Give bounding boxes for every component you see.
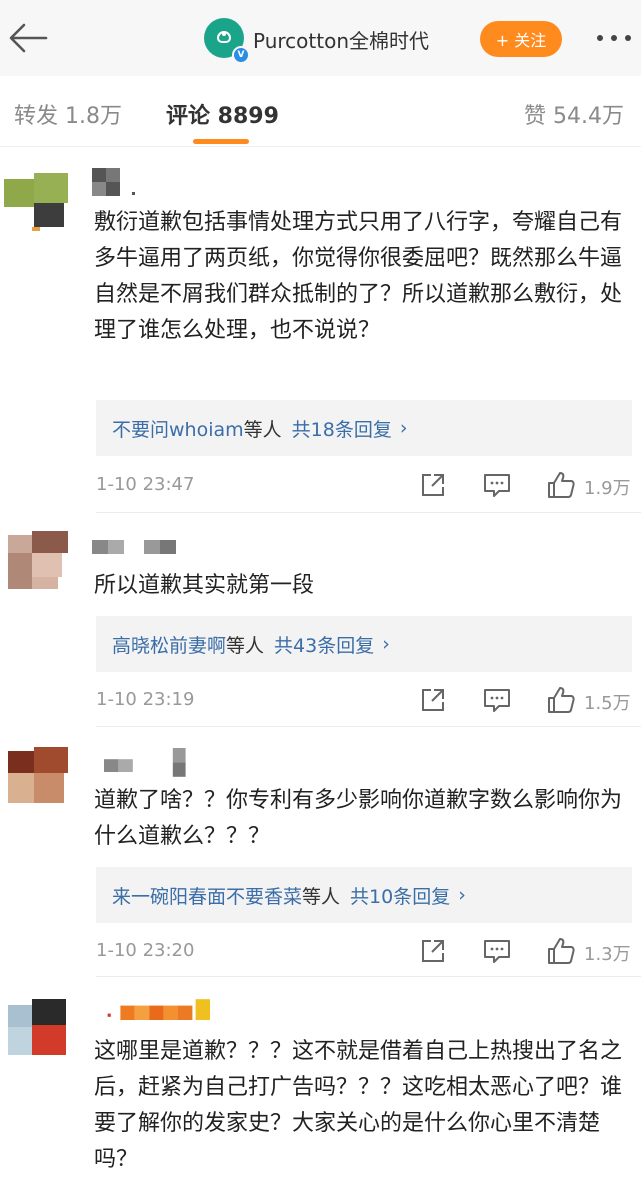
comment-text: 这哪里是道歉？？？这不就是借着自己上热搜出了名之后，赶紧为自己打广告吗？？？这吃… bbox=[94, 1039, 623, 1172]
divider bbox=[96, 726, 641, 727]
timestamp: 1-10 23:47 bbox=[96, 474, 195, 495]
reply-suffix: 等人 bbox=[302, 885, 341, 908]
pixelated-avatar-icon bbox=[8, 747, 68, 803]
chevron-right-icon: › bbox=[458, 884, 466, 906]
thumbs-up-icon[interactable] bbox=[546, 685, 576, 715]
comment-meta: 1-10 23:20 1.3万 bbox=[96, 936, 636, 966]
tab-bar: 转发 1.8万 评论 8899 赞 54.4万 bbox=[0, 76, 641, 147]
comment-icon[interactable] bbox=[482, 470, 512, 500]
reply-summary[interactable]: 高晓松前妻啊 等人 共43条回复 › bbox=[96, 616, 632, 672]
mosaic-icon bbox=[92, 540, 176, 554]
avatar[interactable] bbox=[4, 995, 74, 1061]
top-bar: V Purcotton全棉时代 + 关注 bbox=[0, 0, 641, 77]
reply-names[interactable]: 不要问whoiam bbox=[112, 415, 244, 442]
username-mosaic[interactable] bbox=[92, 166, 142, 198]
chevron-right-icon: › bbox=[382, 633, 390, 655]
reply-names[interactable]: 来一碗阳春面不要香菜 bbox=[112, 882, 302, 909]
reply-suffix: 等人 bbox=[226, 634, 265, 657]
timestamp: 1-10 23:19 bbox=[96, 689, 195, 710]
thumbs-up-icon[interactable] bbox=[546, 936, 576, 966]
reply-count[interactable]: 共43条回复 bbox=[274, 631, 374, 658]
tab-reposts[interactable]: 转发 1.8万 bbox=[14, 98, 122, 130]
divider bbox=[96, 976, 641, 977]
mosaic-icon bbox=[104, 748, 186, 777]
pixelated-avatar-icon bbox=[8, 999, 66, 1055]
divider bbox=[96, 512, 641, 513]
reply-count[interactable]: 共18条回复 bbox=[292, 415, 392, 442]
comment-meta: 1-10 23:47 1.9万 bbox=[96, 470, 636, 500]
account-name[interactable]: Purcotton全棉时代 bbox=[253, 25, 429, 54]
comment-icon[interactable] bbox=[482, 936, 512, 966]
like-count: 1.5万 bbox=[584, 693, 631, 714]
avatar[interactable] bbox=[4, 165, 74, 231]
pixelated-avatar-icon bbox=[4, 173, 68, 231]
comment-icon[interactable] bbox=[482, 685, 512, 715]
pixelated-avatar-icon bbox=[8, 531, 68, 589]
active-tab-indicator bbox=[193, 139, 249, 144]
mosaic-icon bbox=[92, 168, 135, 196]
reply-suffix: 等人 bbox=[243, 418, 282, 441]
like-count: 1.3万 bbox=[584, 944, 631, 965]
avatar[interactable] bbox=[4, 527, 74, 593]
more-options-icon[interactable] bbox=[592, 28, 636, 48]
share-icon[interactable] bbox=[418, 936, 448, 966]
tab-likes[interactable]: 赞 54.4万 bbox=[524, 98, 624, 130]
tab-comments[interactable]: 评论 8899 bbox=[166, 98, 279, 130]
thumbs-up-icon[interactable] bbox=[546, 470, 576, 500]
back-arrow-icon[interactable] bbox=[6, 20, 50, 56]
username-mosaic[interactable] bbox=[92, 532, 192, 564]
comment-text: 敷衍道歉包括事情处理方式只用了八行字，夸耀自己有多牛逼用了两页纸，你觉得你很委屈… bbox=[94, 210, 623, 343]
reply-summary[interactable]: 来一碗阳春面不要香菜 等人 共10条回复 › bbox=[96, 867, 632, 923]
avatar[interactable] bbox=[4, 743, 74, 809]
verified-badge-icon: V bbox=[232, 46, 250, 64]
username-mosaic[interactable] bbox=[92, 748, 212, 780]
chevron-right-icon: › bbox=[399, 417, 408, 439]
comment-text: 道歉了啥？？你专利有多少影响你道歉字数么影响你为什么道歉么？？？ bbox=[94, 788, 623, 849]
comment-meta: 1-10 23:19 1.5万 bbox=[96, 685, 636, 715]
share-icon[interactable] bbox=[418, 685, 448, 715]
reply-names[interactable]: 高晓松前妻啊 bbox=[112, 631, 226, 658]
reply-summary[interactable]: 不要问whoiam 等人 共18条回复 › bbox=[96, 400, 632, 456]
comment-text: 所以道歉其实就第一段 bbox=[94, 573, 315, 598]
timestamp: 1-10 23:20 bbox=[96, 940, 195, 961]
reply-count[interactable]: 共10条回复 bbox=[350, 882, 450, 909]
mosaic-icon bbox=[107, 999, 210, 1020]
follow-button[interactable]: + 关注 bbox=[480, 21, 562, 57]
username-mosaic[interactable] bbox=[92, 996, 232, 1028]
like-count: 1.9万 bbox=[584, 478, 631, 499]
share-icon[interactable] bbox=[418, 470, 448, 500]
